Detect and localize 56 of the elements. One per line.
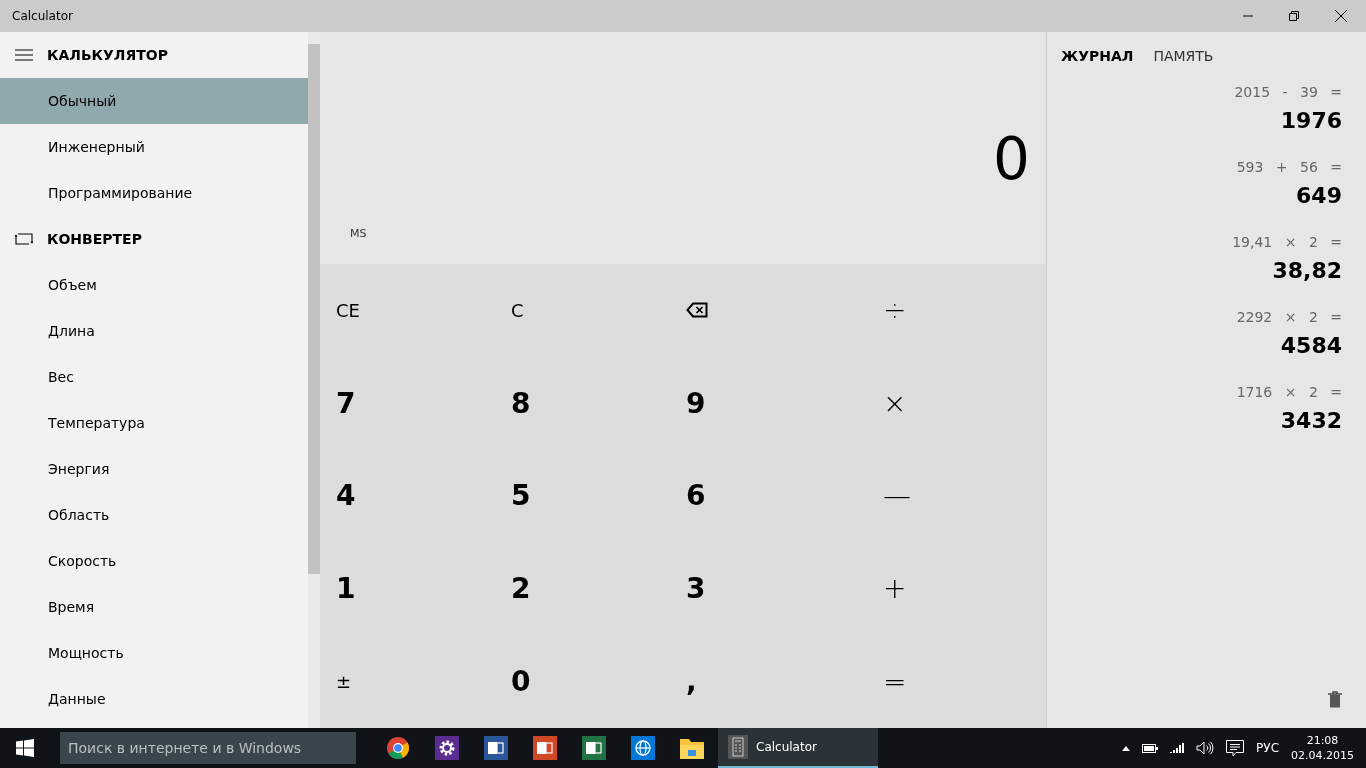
close-icon[interactable] [1334, 9, 1348, 23]
signal-icon[interactable] [1170, 743, 1185, 753]
mode-item[interactable]: Энергия [0, 446, 308, 492]
mode-item[interactable]: Инженерный [0, 124, 308, 170]
scrollbar[interactable] [308, 32, 320, 728]
calculator-icon [728, 735, 748, 759]
history-result[interactable]: 4584 [1280, 333, 1342, 358]
history-expression[interactable]: 19,41 × 2 = [1232, 234, 1342, 250]
history-result[interactable]: 3432 [1280, 408, 1342, 433]
history-expression[interactable]: 2292 × 2 = [1236, 309, 1342, 325]
section-heading: КАЛЬКУЛЯТОР [47, 47, 168, 63]
mode-item[interactable]: Программирование [0, 170, 308, 216]
clock-date[interactable]: 02.04.2015 [1291, 748, 1354, 764]
section-heading: КОНВЕРТЕР [47, 231, 142, 247]
mode-item[interactable]: Вес [0, 354, 308, 400]
panel-tab[interactable]: ЖУРНАЛ [1053, 44, 1142, 68]
mode-item[interactable]: Данные [0, 676, 308, 722]
history-result[interactable]: 649 [1296, 183, 1342, 208]
history-expression[interactable]: 1716 × 2 = [1236, 384, 1342, 400]
language-indicator[interactable]: РУС [1256, 741, 1279, 755]
history-expression[interactable]: 593 + 56 = [1236, 159, 1342, 175]
panel-tab[interactable]: ПАМЯТЬ [1145, 44, 1222, 68]
mode-item[interactable]: Область [0, 492, 308, 538]
mode-item[interactable]: Время [0, 584, 308, 630]
window-title: Calculator [11, 9, 73, 23]
folder-icon[interactable] [679, 737, 704, 759]
trash-icon[interactable] [1328, 691, 1342, 708]
caret-up-icon[interactable] [1122, 745, 1131, 751]
speaker-icon[interactable] [1196, 741, 1215, 755]
mode-item[interactable]: Обычный [0, 78, 308, 124]
history-expression[interactable]: 2015 - 39 = [1234, 84, 1342, 100]
office-document-icon[interactable] [581, 736, 606, 760]
history-result[interactable]: 38,82 [1272, 258, 1342, 283]
office-document-icon[interactable] [483, 736, 508, 760]
display-value: 0 [993, 130, 1031, 188]
battery-icon[interactable] [1142, 743, 1159, 753]
taskbar-button[interactable]: Calculator [718, 728, 878, 768]
backspace-icon [686, 301, 708, 318]
gear-icon[interactable] [434, 736, 459, 760]
history-result[interactable]: 1976 [1280, 108, 1342, 133]
mode-item[interactable]: Скорость [0, 538, 308, 584]
mode-item[interactable]: Мощность [0, 630, 308, 676]
globe-icon[interactable] [630, 736, 655, 760]
mode-item[interactable]: Температура [0, 400, 308, 446]
clock-time[interactable]: 21:08 [1306, 732, 1339, 748]
search-field[interactable]: Поиск в интернете и в Windows [60, 732, 356, 764]
browser-icon[interactable] [385, 736, 410, 760]
office-document-icon[interactable] [532, 736, 557, 760]
start-icon[interactable] [16, 739, 34, 757]
converter-icon [15, 233, 33, 245]
menu-icon[interactable] [15, 49, 33, 61]
memory-store-button[interactable]: MS [340, 225, 377, 242]
notification-icon[interactable] [1226, 739, 1245, 757]
mode-item[interactable]: Объем [0, 262, 308, 308]
mode-item[interactable]: Длина [0, 308, 308, 354]
restore-icon[interactable] [1288, 10, 1300, 22]
